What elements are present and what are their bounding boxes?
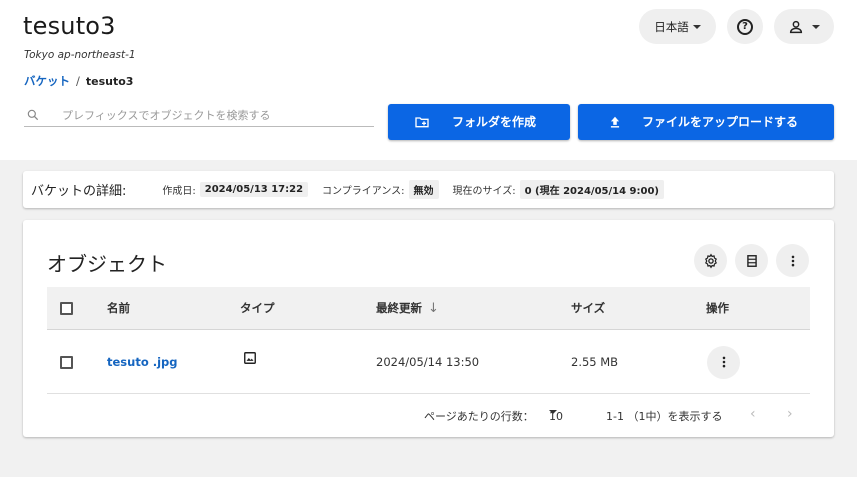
image-icon (244, 352, 256, 364)
prev-page-button[interactable]: ‹ (750, 406, 756, 422)
chevron-down-icon (812, 24, 820, 29)
next-page-button[interactable]: › (787, 406, 793, 422)
upload-icon (610, 116, 620, 128)
file-name-link[interactable]: tesuto .jpg (107, 355, 178, 369)
table-header: 名前 タイプ 最終更新 ↓ サイズ 操作 (47, 287, 810, 330)
table-row: tesuto .jpg 2024/05/14 13:50 2.55 MB (47, 331, 810, 394)
column-actions: 操作 (706, 301, 729, 315)
chevron-down-icon (692, 24, 701, 29)
create-folder-button[interactable]: フォルダを作成 (388, 104, 570, 140)
created-value: 2024/05/13 17:22 (199, 182, 309, 197)
more-options-button[interactable] (776, 244, 809, 277)
file-name-cell: tesuto .jpg (107, 331, 178, 393)
breadcrumb-buckets-link[interactable]: バケット (24, 73, 70, 89)
breadcrumb-separator: / (76, 74, 80, 88)
language-selector[interactable]: 日本語 (639, 9, 716, 44)
columns-button[interactable] (735, 244, 768, 277)
bucket-details-bar: バケットの詳細: 作成日: 2024/05/13 17:22 コンプライアンス:… (23, 171, 834, 208)
user-icon (789, 20, 803, 33)
compliance-value: 無効 (408, 180, 439, 199)
bucket-title: tesuto3 (23, 12, 116, 40)
breadcrumb: バケット / tesuto3 (24, 73, 133, 89)
objects-card: オブジェクト 名前 タイプ 最終更新 ↓ サイズ 操作 tesuto .jpg … (23, 220, 834, 437)
user-menu-button[interactable] (774, 9, 834, 44)
objects-title: オブジェクト (47, 252, 167, 276)
language-label: 日本語 (654, 19, 689, 34)
more-vert-icon (722, 356, 725, 368)
bucket-region: Tokyo ap-northeast-1 (24, 49, 136, 61)
column-modified[interactable]: 最終更新 ↓ (376, 287, 439, 329)
more-vert-icon (791, 255, 794, 266)
column-size[interactable]: サイズ (571, 287, 605, 329)
sort-down-icon: ↓ (428, 300, 439, 316)
search-bar (24, 104, 374, 127)
columns-icon (746, 254, 757, 267)
breadcrumb-current: tesuto3 (85, 74, 134, 88)
file-modified: 2024/05/14 13:50 (376, 355, 480, 369)
column-modified-label: 最終更新 (376, 301, 422, 315)
file-type-cell (243, 327, 257, 389)
size-label: 現在のサイズ: (452, 186, 516, 197)
select-all-checkbox[interactable] (60, 301, 73, 315)
create-folder-label: フォルダを作成 (451, 115, 536, 129)
pagination-range: 1-1 （1中）を表示する (606, 410, 723, 423)
help-icon: ? (737, 18, 753, 35)
pagination: ページあたりの行数： 10 1-1 （1中）を表示する ‹ › (23, 406, 834, 426)
gear-icon (704, 253, 717, 268)
row-actions-cell (707, 331, 740, 393)
add-folder-icon (415, 117, 429, 128)
row-select-cell (60, 331, 73, 393)
search-icon (27, 109, 39, 121)
upload-file-button[interactable]: ファイルをアップロードする (578, 104, 834, 140)
details-heading: バケットの詳細: (31, 184, 127, 199)
select-all-cell (60, 287, 73, 329)
file-size: 2.55 MB (571, 355, 619, 369)
size-value: 0 (現在 2024/05/14 9:00) (519, 180, 664, 199)
search-input[interactable] (62, 108, 362, 122)
row-checkbox[interactable] (60, 355, 73, 369)
column-name[interactable]: 名前 (107, 287, 130, 329)
row-actions-button[interactable] (707, 345, 740, 379)
upload-file-label: ファイルをアップロードする (641, 115, 798, 129)
help-button[interactable]: ? (727, 9, 763, 44)
column-type[interactable]: タイプ (240, 287, 275, 329)
compliance-label: コンプライアンス: (322, 186, 405, 197)
created-label: 作成日: (162, 186, 196, 197)
settings-button[interactable] (694, 244, 727, 277)
chevron-down-icon (549, 410, 557, 414)
rows-per-page-label: ページあたりの行数： (424, 410, 534, 423)
